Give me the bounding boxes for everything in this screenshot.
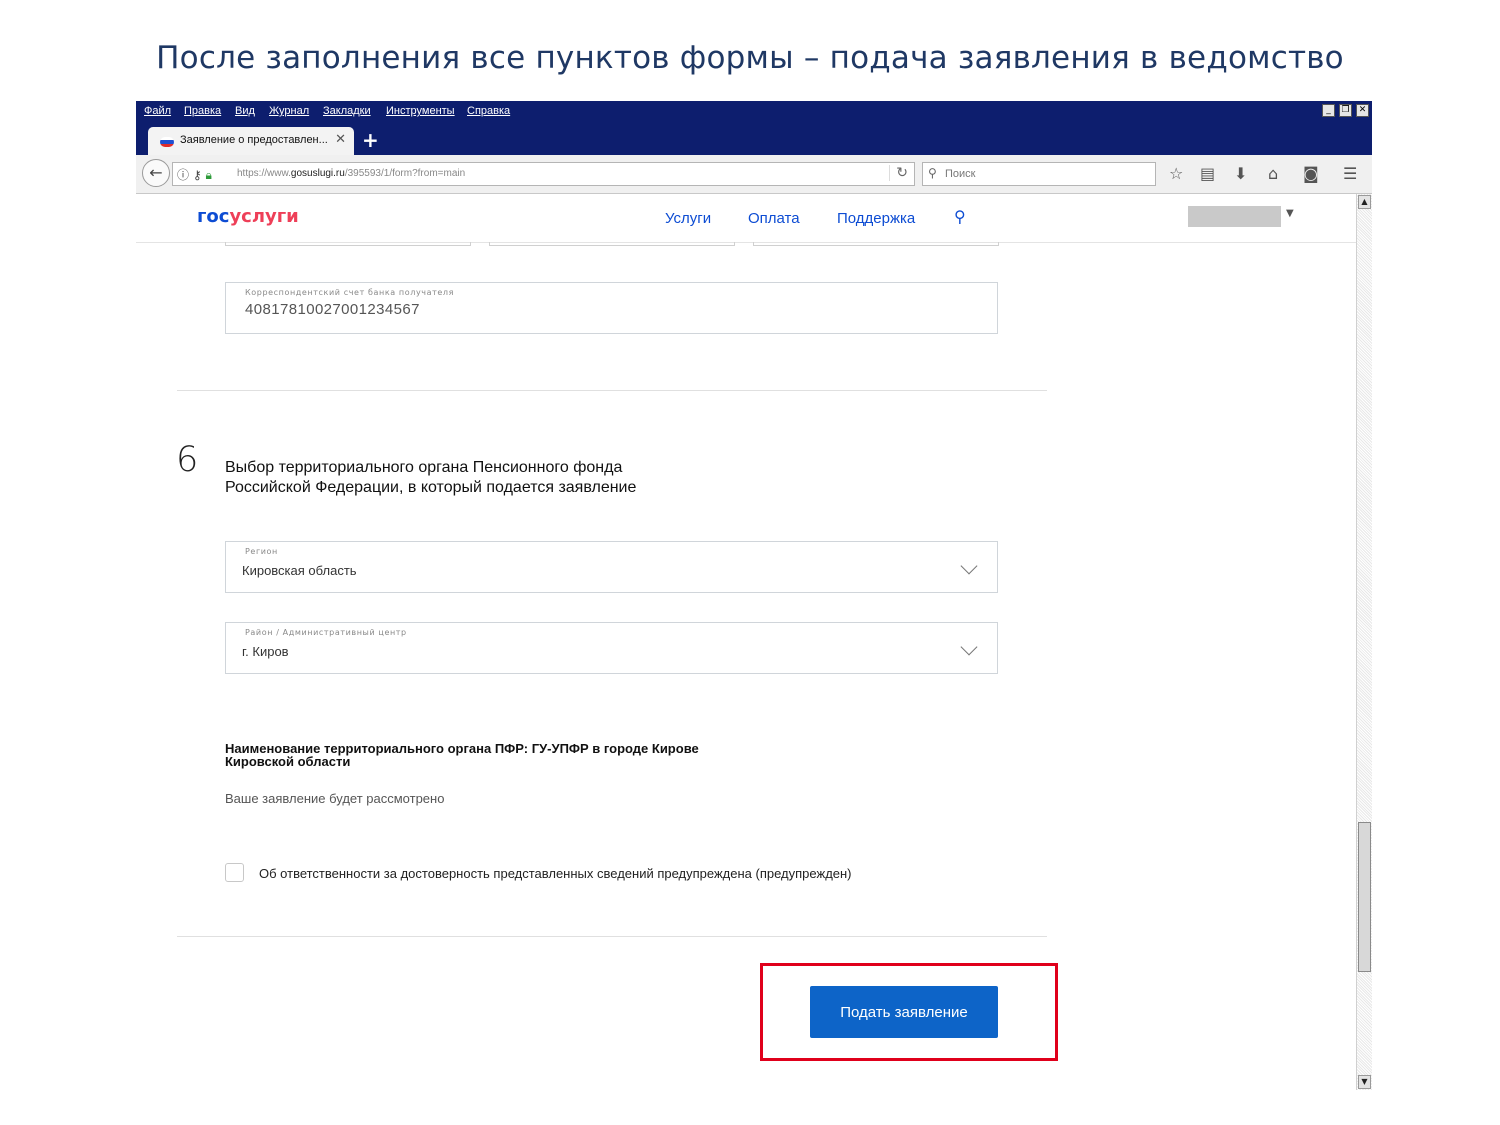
region-label: Регион — [245, 547, 278, 556]
responsibility-label[interactable]: Об ответственности за достоверность пред… — [259, 866, 852, 881]
scroll-down-icon[interactable]: ▼ — [1358, 1075, 1371, 1089]
previous-field-edge — [225, 242, 471, 246]
scroll-up-icon[interactable]: ▲ — [1358, 195, 1371, 209]
hamburger-menu-icon[interactable]: ☰ — [1343, 164, 1357, 183]
bookmark-star-icon[interactable]: ☆ — [1169, 164, 1183, 183]
scroll-thumb[interactable] — [1358, 822, 1371, 972]
url-text: https://www.gosuslugi.ru/395593/1/form?f… — [237, 168, 466, 179]
step-title: Выбор территориального органа Пенсионног… — [225, 459, 637, 496]
back-arrow-icon[interactable]: ← — [142, 159, 170, 187]
address-bar[interactable]: ⓘ ⚷ 🔒︎ https://www.gosuslugi.ru/395593/1… — [172, 162, 915, 186]
search-placeholder: Поиск — [945, 168, 976, 180]
step-number: 6 — [176, 440, 199, 480]
site-search-icon[interactable]: ⚲ — [954, 207, 966, 226]
tab-title: Заявление о предоставлен... — [180, 134, 328, 146]
close-window-icon[interactable]: ✕ — [1356, 104, 1369, 117]
district-label: Район / Административный центр — [245, 628, 407, 637]
search-bar[interactable]: ⚲ Поиск — [922, 162, 1156, 186]
corr-account-value: 40817810027001234567 — [245, 301, 420, 318]
tab-bar: Заявление о предоставлен... ✕ + — [136, 123, 1372, 155]
browser-window: Файл Правка Вид Журнал Закладки Инструме… — [136, 101, 1372, 1090]
site-header: госуслуги Услуги Оплата Поддержка ⚲ ▼ — [136, 194, 1356, 243]
reading-list-icon[interactable]: ▤ — [1200, 164, 1215, 183]
menu-bookmarks[interactable]: Закладки — [323, 105, 371, 117]
tab-close-icon[interactable]: ✕ — [335, 132, 346, 147]
previous-field-edge — [753, 242, 999, 246]
menu-file[interactable]: Файл — [144, 105, 171, 117]
download-icon[interactable]: ⬇ — [1234, 164, 1247, 183]
menu-history[interactable]: Журнал — [269, 105, 309, 117]
pocket-icon[interactable]: ◙ — [1303, 164, 1319, 183]
nav-services[interactable]: Услуги — [665, 210, 711, 227]
russian-flag-icon — [160, 137, 174, 147]
restore-icon[interactable]: ❐ — [1339, 104, 1352, 117]
slide-title: После заполнения все пунктов формы – под… — [156, 40, 1344, 76]
previous-field-edge — [489, 242, 735, 246]
new-tab-icon[interactable]: + — [362, 128, 379, 152]
browser-tab[interactable]: Заявление о предоставлен... ✕ — [148, 127, 354, 155]
vertical-scrollbar[interactable]: ▲ ▼ — [1356, 194, 1372, 1090]
home-icon[interactable]: ⌂ — [1268, 164, 1278, 183]
region-value: Кировская область — [242, 563, 357, 578]
chevron-down-icon — [960, 638, 978, 656]
corr-account-field[interactable]: Корреспондентский счет банка получателя … — [225, 282, 998, 334]
page-viewport: госуслуги Услуги Оплата Поддержка ⚲ ▼ Ко… — [136, 194, 1356, 1090]
review-note: Ваше заявление будет рассмотрено — [225, 791, 445, 806]
district-select[interactable]: Район / Административный центр г. Киров — [225, 622, 998, 674]
section-divider — [177, 390, 1047, 391]
menu-view[interactable]: Вид — [235, 105, 255, 117]
search-icon: ⚲ — [928, 166, 937, 180]
responsibility-checkbox[interactable] — [225, 863, 244, 882]
gosuslugi-logo[interactable]: госуслуги — [197, 206, 299, 227]
region-select[interactable]: Регион Кировская область — [225, 541, 998, 593]
user-menu-caret-icon[interactable]: ▼ — [1286, 208, 1294, 219]
section-divider — [177, 936, 1047, 937]
key-icon: ⚷ — [192, 168, 202, 182]
menu-edit[interactable]: Правка — [184, 105, 221, 117]
navigation-toolbar: ← ⓘ ⚷ 🔒︎ https://www.gosuslugi.ru/395593… — [136, 155, 1372, 194]
pfr-org-name: Наименование территориального органа ПФР… — [225, 741, 699, 769]
site-info-icons[interactable]: ⓘ ⚷ 🔒︎ — [177, 166, 212, 183]
submit-application-button[interactable]: Подать заявление — [810, 986, 998, 1038]
nav-payment[interactable]: Оплата — [748, 210, 800, 227]
minimize-icon[interactable]: _ — [1322, 104, 1335, 117]
chevron-down-icon — [960, 557, 978, 575]
menu-tools[interactable]: Инструменты — [386, 105, 455, 117]
reload-icon[interactable]: ↻ — [889, 165, 908, 181]
lock-icon: 🔒︎ — [205, 168, 212, 182]
nav-support[interactable]: Поддержка — [837, 210, 915, 227]
menu-bar: Файл Правка Вид Журнал Закладки Инструме… — [136, 101, 1372, 123]
menu-help[interactable]: Справка — [467, 105, 510, 117]
district-value: г. Киров — [242, 644, 289, 659]
corr-account-label: Корреспондентский счет банка получателя — [245, 288, 455, 297]
user-name-redacted[interactable] — [1188, 206, 1281, 227]
